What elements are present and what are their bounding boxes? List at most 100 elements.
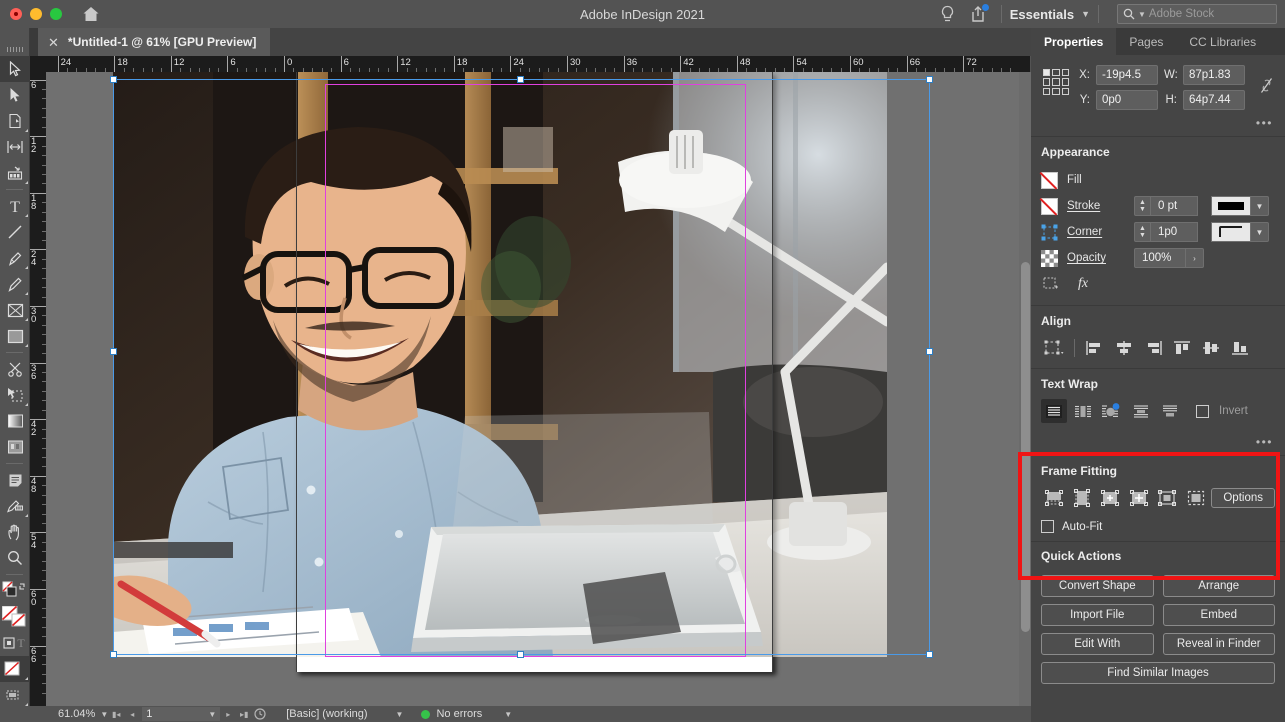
page-number-field[interactable]: 1 ▼ xyxy=(142,707,221,721)
corner-shape-swatch[interactable] xyxy=(1211,222,1251,242)
reference-point-grid[interactable] xyxy=(1043,69,1069,95)
normal-view-mode[interactable] xyxy=(0,682,30,708)
rectangle-tool[interactable] xyxy=(0,323,30,349)
selection-handle-bl[interactable] xyxy=(110,651,117,658)
first-page-icon[interactable]: ▮◂ xyxy=(108,710,124,719)
wrap-shape-icon[interactable] xyxy=(1099,399,1125,423)
center-content-icon[interactable] xyxy=(1155,486,1180,510)
gradient-swatch-tool[interactable] xyxy=(0,408,30,434)
corner-options-icon[interactable] xyxy=(1041,224,1058,241)
ref-point-bl[interactable] xyxy=(1043,87,1051,95)
selection-handle-mr[interactable] xyxy=(926,348,933,355)
tool-flyout-arrow[interactable] xyxy=(25,677,28,680)
type-tool[interactable]: T xyxy=(0,193,30,219)
horizontal-ruler[interactable]: 24 18 12 6 0 6 12 18 24 30 36 42 48 54 60 66 72 xyxy=(30,56,1030,72)
corner-row[interactable]: Corner ▲ ▼ 1p0 ▼ xyxy=(1041,219,1275,245)
tool-flyout-arrow[interactable] xyxy=(25,129,28,132)
opacity-flyout-button[interactable]: › xyxy=(1186,248,1204,268)
ref-point-mr[interactable] xyxy=(1061,78,1069,86)
corner-size-field[interactable]: 1p0 xyxy=(1150,222,1198,242)
selection-handle-bc[interactable] xyxy=(517,651,524,658)
ref-point-tc[interactable] xyxy=(1052,69,1060,77)
stroke-label[interactable]: Stroke xyxy=(1067,200,1125,212)
frame-fitting-more-options[interactable]: ••• xyxy=(1031,431,1285,455)
corner-label[interactable]: Corner xyxy=(1067,226,1125,238)
selection-handle-tl[interactable] xyxy=(110,76,117,83)
ref-point-br[interactable] xyxy=(1061,87,1069,95)
ref-point-tl[interactable] xyxy=(1043,69,1051,77)
fit-content-prop-icon[interactable] xyxy=(1041,486,1066,510)
note-tool[interactable] xyxy=(0,467,30,493)
chain-broken-icon[interactable] xyxy=(1257,77,1275,94)
frame-tool[interactable] xyxy=(0,297,30,323)
fx-icon[interactable]: fx xyxy=(1078,276,1088,292)
chevron-down-icon[interactable]: ▼ xyxy=(208,710,216,719)
stroke-none-swatch-icon[interactable] xyxy=(1039,197,1058,215)
y-field[interactable]: 0p0 xyxy=(1096,90,1158,110)
share-icon[interactable] xyxy=(963,1,993,27)
stroke-weight-field[interactable]: 0 pt xyxy=(1150,196,1198,216)
chevron-down-icon[interactable]: ▼ xyxy=(100,710,108,719)
frame-fitting-options-button[interactable]: Options xyxy=(1211,488,1275,508)
align-top-icon[interactable] xyxy=(1169,336,1195,360)
vertical-scroll-thumb[interactable] xyxy=(1021,262,1030,632)
tab-pages[interactable]: Pages xyxy=(1116,28,1176,55)
pen-tool[interactable] xyxy=(0,245,30,271)
find-similar-images-button[interactable]: Find Similar Images xyxy=(1041,662,1275,684)
tool-flyout-arrow[interactable] xyxy=(25,344,28,347)
none-swatch-icon[interactable] xyxy=(1039,171,1058,189)
next-page-icon[interactable]: ▸ xyxy=(220,710,236,719)
close-window-button[interactable] xyxy=(10,8,22,20)
scissors-tool[interactable] xyxy=(0,356,30,382)
effects-icon[interactable] xyxy=(1043,277,1059,291)
content-collector-tool[interactable] xyxy=(0,160,30,186)
fill-stroke-swatches[interactable] xyxy=(0,578,30,604)
selection-handle-ml[interactable] xyxy=(110,348,117,355)
ref-point-tr[interactable] xyxy=(1061,69,1069,77)
color-theme-tool[interactable] xyxy=(0,493,30,519)
canvas-vertical-scrollbar[interactable] xyxy=(1019,72,1031,706)
align-vcenter-icon[interactable] xyxy=(1198,336,1224,360)
corner-size-stepper[interactable]: ▲ ▼ xyxy=(1134,222,1150,242)
document-canvas[interactable] xyxy=(46,72,1030,706)
window-controls[interactable] xyxy=(0,8,62,20)
wrap-next-column-icon[interactable] xyxy=(1157,399,1183,423)
corner-shape-dropdown[interactable]: ▼ xyxy=(1251,222,1269,242)
opacity-row[interactable]: Opacity 100% › xyxy=(1041,245,1275,271)
tool-flyout-arrow[interactable] xyxy=(25,318,28,321)
tool-flyout-arrow[interactable] xyxy=(25,266,28,269)
tool-flyout-arrow[interactable] xyxy=(25,181,28,184)
fit-content-frame-icon[interactable] xyxy=(1098,486,1123,510)
tab-cc-libraries[interactable]: CC Libraries xyxy=(1176,28,1269,55)
free-transform-tool[interactable] xyxy=(0,382,30,408)
chevron-down-icon[interactable]: ▼ xyxy=(1138,10,1146,19)
transform-more-options[interactable]: ••• xyxy=(1031,114,1285,136)
maximize-window-button[interactable] xyxy=(50,8,62,20)
chevron-down-icon[interactable]: ▼ xyxy=(1081,9,1090,19)
zoom-level-control[interactable]: 61.04% ▼ xyxy=(30,708,108,720)
fill-frame-prop-icon[interactable] xyxy=(1069,486,1094,510)
close-icon[interactable]: ✕ xyxy=(48,36,59,49)
h-field[interactable]: 64p7.44 xyxy=(1183,90,1245,110)
stroke-row[interactable]: Stroke ▲ ▼ 0 pt ▼ xyxy=(1039,193,1275,219)
ref-point-bc[interactable] xyxy=(1052,87,1060,95)
last-page-icon[interactable]: ▸▮ xyxy=(236,710,252,719)
convert-shape-button[interactable]: Convert Shape xyxy=(1041,575,1154,597)
gradient-feather-tool[interactable] xyxy=(0,434,30,460)
selection-tool[interactable] xyxy=(0,56,30,82)
opacity-label[interactable]: Opacity xyxy=(1067,252,1125,264)
zoom-tool[interactable] xyxy=(0,545,30,571)
hand-tool[interactable] xyxy=(0,519,30,545)
line-tool[interactable] xyxy=(0,219,30,245)
clear-fitting-icon[interactable] xyxy=(1183,486,1208,510)
formatting-affects-container[interactable]: T xyxy=(0,630,30,656)
effects-row[interactable]: fx xyxy=(1041,271,1275,297)
selection-handle-tc[interactable] xyxy=(517,76,524,83)
stroke-style-swatch[interactable] xyxy=(1211,196,1251,216)
fill-row[interactable]: Fill xyxy=(1039,167,1275,193)
x-field[interactable]: -19p4.5 xyxy=(1096,65,1158,85)
import-file-button[interactable]: Import File xyxy=(1041,604,1154,626)
align-left-icon[interactable] xyxy=(1082,336,1108,360)
align-right-icon[interactable] xyxy=(1140,336,1166,360)
embed-button[interactable]: Embed xyxy=(1162,604,1275,626)
